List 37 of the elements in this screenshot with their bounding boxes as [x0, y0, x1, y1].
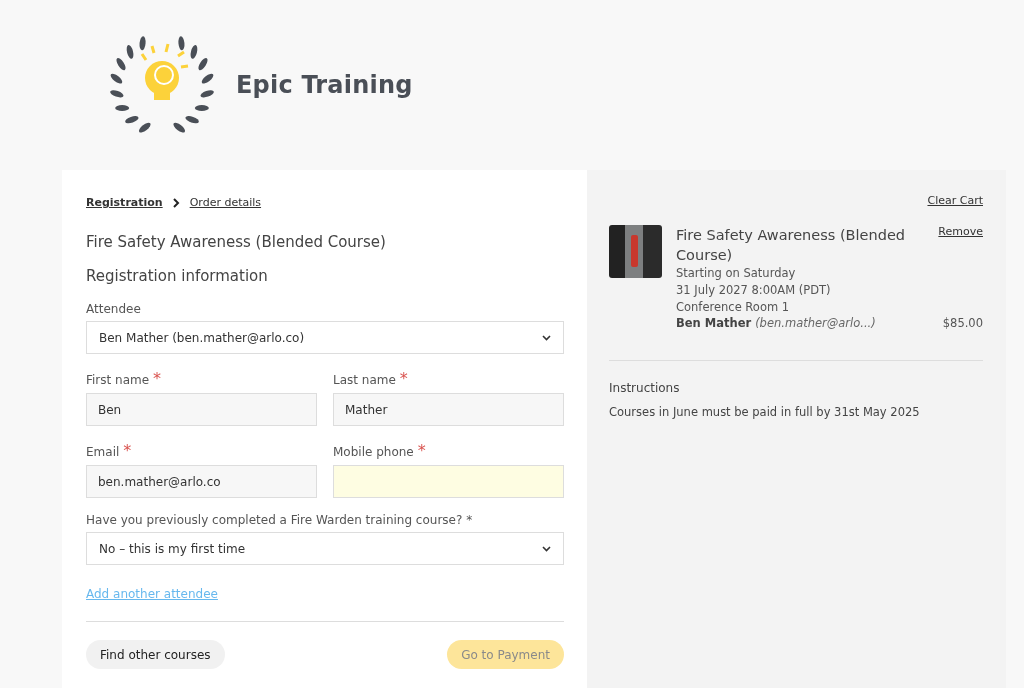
- attendee-name: Ben Mather: [676, 316, 752, 330]
- field-label: First name: [86, 373, 150, 387]
- field-label: Attendee: [86, 302, 141, 316]
- find-courses-button[interactable]: Find other courses: [86, 640, 225, 669]
- input-field[interactable]: [333, 465, 564, 498]
- breadcrumb-link[interactable]: Registration: [86, 196, 163, 209]
- chevron-right-icon: [172, 197, 180, 208]
- select-field[interactable]: Ben Mather (ben.mather@arlo.co): [86, 321, 564, 354]
- required-mark: *: [417, 441, 426, 460]
- field-label: Have you previously completed a Fire Warden training course? *: [86, 513, 473, 527]
- required-mark: *: [153, 369, 162, 388]
- field-label: Mobile phone: [333, 445, 414, 459]
- photo-placeholder: [609, 225, 662, 278]
- course-title: Fire Safety Awareness (Blended Course): [86, 233, 387, 251]
- item-price: $85.00: [942, 316, 983, 330]
- instructions-text: Courses in June must be paid in full by 31st May 2025: [609, 405, 921, 419]
- section-title: Registration information: [86, 267, 269, 285]
- required-mark: *: [123, 441, 132, 460]
- required-mark: *: [399, 369, 408, 388]
- chevron-down-icon: [542, 545, 551, 552]
- breadcrumb-link[interactable]: Order details: [189, 196, 262, 209]
- field-label: Last name: [333, 373, 396, 387]
- remove-link[interactable]: Remove: [938, 225, 983, 265]
- clear-cart-link[interactable]: Clear Cart: [927, 194, 983, 207]
- chevron-down-icon: [542, 334, 551, 341]
- cart-item-detail: Starting on Saturday: [676, 265, 797, 282]
- input-field[interactable]: Ben: [86, 393, 317, 426]
- field-label: Email: [86, 445, 120, 459]
- logo-text: Epic Training: [236, 71, 413, 99]
- cart-item-detail: 31 July 2027 8:00AM (PDT): [676, 282, 832, 299]
- input-field[interactable]: Mather: [333, 393, 564, 426]
- instructions-title: Instructions: [609, 381, 681, 395]
- cart-item-title: Fire Safety Awareness (Blended Course): [676, 226, 907, 265]
- cart-item-detail: Conference Room 1: [676, 299, 791, 316]
- input-field[interactable]: ben.mather@arlo.co: [86, 465, 317, 498]
- attendee-email: (ben.mather@arlo...): [755, 316, 876, 330]
- select-field[interactable]: No – this is my first time: [86, 532, 564, 565]
